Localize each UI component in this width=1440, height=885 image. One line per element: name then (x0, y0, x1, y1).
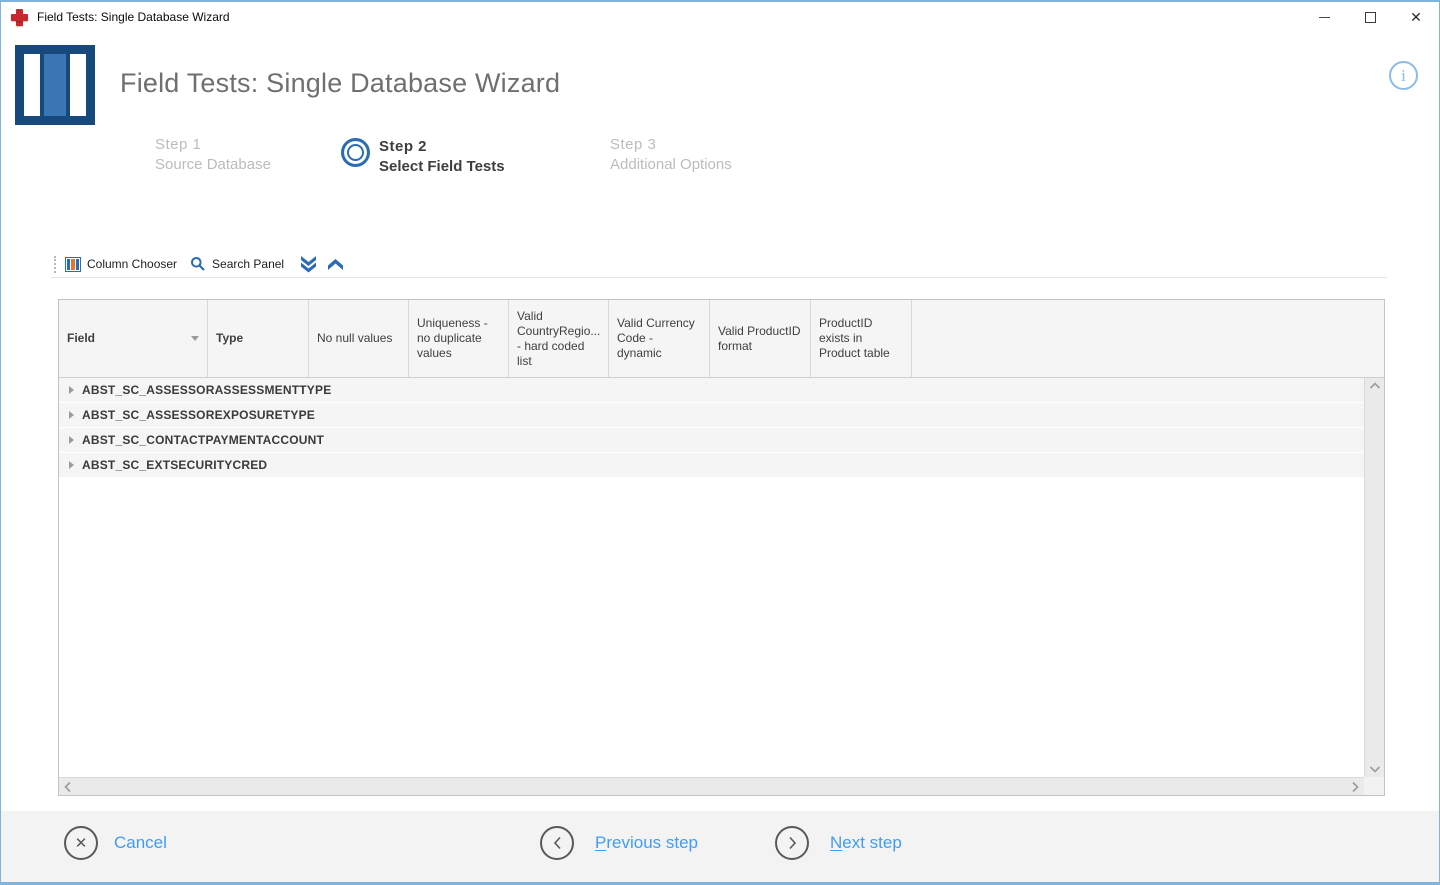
info-icon: i (1401, 65, 1406, 85)
minimize-icon (1318, 16, 1330, 18)
scroll-down-icon[interactable] (1369, 765, 1381, 773)
step-number: Step 3 (610, 136, 657, 153)
previous-step-button[interactable]: Previous step (540, 826, 698, 860)
logo-bar-left (24, 54, 41, 116)
scroll-up-icon[interactable] (1369, 382, 1381, 390)
expand-chevron-up-icon[interactable] (326, 255, 345, 273)
field-tests-grid: Field Type No null values Uniqueness - n… (58, 299, 1385, 796)
column-chooser-icon (65, 256, 81, 272)
scroll-left-icon[interactable] (64, 781, 72, 793)
step-label: Select Field Tests (379, 158, 505, 175)
close-icon: ✕ (1410, 9, 1422, 25)
chevron-right-circle-icon (775, 826, 809, 860)
sort-descending-icon (191, 336, 199, 341)
next-step-button[interactable]: Next step (775, 826, 902, 860)
search-panel-label: Search Panel (212, 257, 285, 271)
next-step-label: Next step (830, 833, 902, 852)
column-chooser-button[interactable]: Column Chooser (65, 256, 178, 272)
maximize-button[interactable] (1347, 2, 1393, 32)
step-number: Step 1 (155, 136, 202, 153)
toolbar-grip-handle[interactable] (54, 255, 56, 273)
grid-header-row: Field Type No null values Uniqueness - n… (59, 300, 1384, 378)
cancel-x-circle-icon: ✕ (64, 826, 98, 860)
previous-step-label: Previous step (595, 833, 699, 852)
scrollbar-corner (1364, 777, 1384, 795)
step-number: Step 2 (379, 138, 428, 155)
step-1-source-database: Step 1 Source Database (155, 135, 271, 175)
horizontal-scrollbar[interactable] (59, 777, 1364, 795)
page-title: Field Tests: Single Database Wizard (120, 68, 561, 98)
active-step-ring-icon (341, 138, 370, 167)
expand-arrow-icon[interactable] (69, 436, 74, 444)
step-label: Additional Options (610, 156, 732, 173)
column-header-field[interactable]: Field (59, 300, 208, 377)
maximize-icon (1364, 11, 1376, 23)
minimize-button[interactable] (1301, 2, 1347, 32)
column-header-valid-countryregion[interactable]: Valid CountryRegio... - hard coded list (509, 300, 609, 377)
logo-bar-right (69, 54, 87, 116)
search-panel-button[interactable]: Search Panel (190, 256, 284, 272)
column-header-type[interactable]: Type (208, 300, 309, 377)
column-header-productid-exists[interactable]: ProductID exists in Product table (811, 300, 912, 377)
step-2-select-field-tests: Step 2 Select Field Tests (341, 137, 505, 177)
column-chooser-label: Column Chooser (87, 257, 178, 271)
logo-bar-middle (44, 54, 66, 116)
table-row[interactable]: ABST_SC_ASSESSORASSESSMENTTYPE (59, 378, 1364, 403)
close-button[interactable]: ✕ (1393, 2, 1439, 32)
expand-arrow-icon[interactable] (69, 411, 74, 419)
window-title: Field Tests: Single Database Wizard (37, 10, 230, 24)
column-header-valid-currency-code[interactable]: Valid Currency Code - dynamic (609, 300, 710, 377)
table-row[interactable]: ABST_SC_ASSESSOREXPOSURETYPE (59, 403, 1364, 428)
app-logo-icon (15, 45, 95, 125)
table-row[interactable]: ABST_SC_CONTACTPAYMENTACCOUNT (59, 428, 1364, 453)
expand-arrow-icon[interactable] (69, 461, 74, 469)
column-header-valid-productid-format[interactable]: Valid ProductID format (710, 300, 811, 377)
window-controls: ✕ (1301, 2, 1439, 32)
grid-body: ABST_SC_ASSESSORASSESSMENTTYPE ABST_SC_A… (59, 378, 1364, 777)
column-header-filler (912, 300, 1384, 377)
expand-arrow-icon[interactable] (69, 386, 74, 394)
info-button[interactable]: i (1389, 61, 1418, 90)
cancel-button[interactable]: ✕ Cancel (64, 826, 167, 860)
search-icon (191, 257, 205, 271)
grid-toolbar: Column Chooser Search Panel (51, 251, 1387, 278)
column-header-uniqueness[interactable]: Uniqueness - no duplicate values (409, 300, 509, 377)
cancel-label: Cancel (114, 833, 167, 852)
step-label: Source Database (155, 156, 271, 173)
scroll-right-icon[interactable] (1351, 781, 1359, 793)
app-red-cross-icon (11, 8, 28, 26)
column-header-no-null-values[interactable]: No null values (309, 300, 409, 377)
chevron-left-circle-icon (540, 826, 574, 860)
table-row[interactable]: ABST_SC_EXTSECURITYCRED (59, 453, 1364, 478)
vertical-scrollbar[interactable] (1364, 378, 1384, 777)
wizard-footer: ✕ Cancel Previous step Next step (1, 811, 1439, 882)
step-3-additional-options: Step 3 Additional Options (610, 135, 732, 175)
title-bar: Field Tests: Single Database Wizard ✕ (1, 2, 1439, 32)
collapse-all-double-chevron-down-icon[interactable] (299, 255, 318, 273)
